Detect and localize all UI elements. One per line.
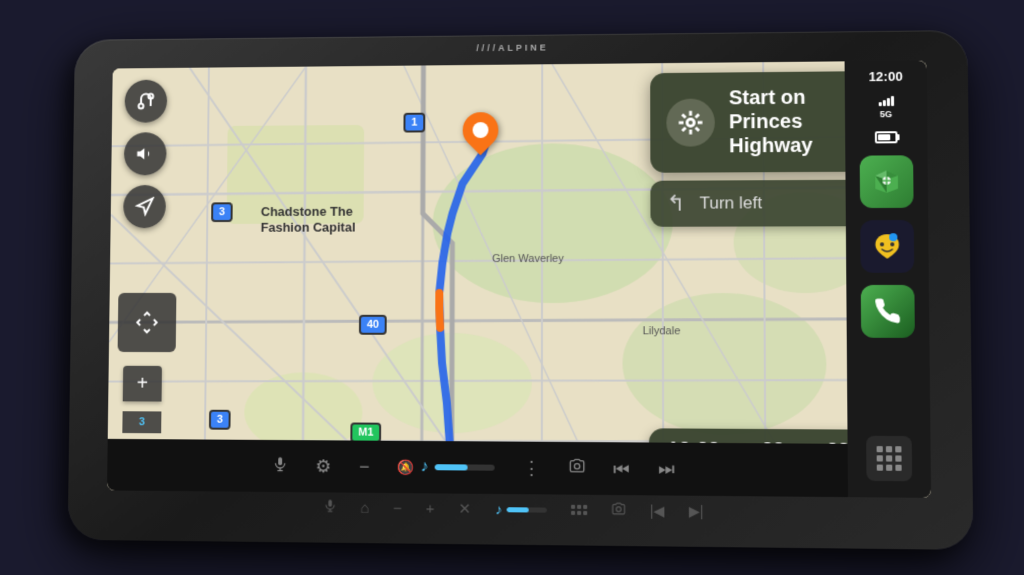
phone-app-icon[interactable] — [861, 284, 915, 337]
destination-marker — [463, 112, 499, 148]
physical-mute-button[interactable]: ✕ — [459, 499, 472, 517]
nav-main-text: Start on Princes Highway — [729, 85, 813, 158]
grid-dot — [895, 464, 901, 470]
volume-button[interactable] — [124, 132, 167, 175]
device-wrapper: ////ALPINE — [32, 18, 992, 558]
battery-fill — [878, 134, 890, 140]
physical-music-icon: ♪ — [495, 501, 502, 517]
battery-tip — [897, 134, 899, 140]
chadstone-label: Chadstone The — [261, 203, 353, 218]
prev-track-button[interactable]: ⏮ — [613, 457, 629, 478]
settings-button[interactable]: ⚙ — [315, 455, 331, 476]
minus-button[interactable]: − — [359, 456, 370, 477]
nav-main-icon — [666, 98, 715, 146]
grid-dot — [895, 455, 901, 461]
waze-app-icon[interactable] — [860, 219, 914, 272]
status-time: 12:00 — [869, 68, 903, 83]
grid-dot — [886, 446, 892, 452]
zoom-level: 3 — [122, 411, 161, 433]
road-badge-m1: M1 — [350, 422, 381, 442]
chadstone-label2: Fashion Capital — [261, 219, 356, 234]
glen-waverley-label: Glen Waverley — [492, 252, 564, 264]
physical-progress-bar — [506, 506, 546, 511]
left-panel: + 3 − — [107, 67, 180, 490]
signal-bar-1 — [878, 102, 881, 106]
music-progress-fill — [434, 464, 467, 470]
physical-plus-button[interactable]: + — [426, 499, 435, 516]
nav-turn-instruction: Turn left — [699, 193, 762, 213]
maps-app-icon[interactable] — [860, 155, 914, 208]
signal-bars — [878, 96, 893, 106]
grid-dot — [877, 446, 883, 452]
physical-minus-button[interactable]: − — [393, 499, 402, 516]
music-player: 🔕 ♪ — [397, 457, 494, 476]
network-type: 5G — [880, 109, 892, 119]
nav-instruction-line3: Highway — [729, 133, 813, 158]
nav-instruction-line1: Start on — [729, 85, 813, 110]
bottom-controls: ⚙ − 🔕 ♪ ⋮ ⏮ ⏭ — [107, 438, 848, 496]
physical-next-button[interactable]: ▶| — [689, 502, 704, 519]
signal-bar-3 — [886, 98, 889, 106]
road-badge-40: 40 — [359, 314, 387, 334]
mic-button[interactable] — [272, 455, 288, 476]
grid-dot — [877, 464, 883, 470]
physical-cam-button[interactable] — [611, 501, 625, 518]
physical-progress-fill — [506, 506, 528, 511]
physical-grid-button[interactable] — [571, 504, 587, 514]
music-progress-bar[interactable] — [434, 464, 494, 471]
right-status-bar: 12:00 5G — [845, 60, 931, 497]
grid-dot — [877, 455, 883, 461]
pan-button[interactable] — [118, 292, 177, 351]
signal-bar-2 — [882, 100, 885, 106]
road-badge-3a: 3 — [211, 202, 233, 222]
device-frame: ////ALPINE — [68, 30, 974, 550]
next-track-button[interactable]: ⏭ — [658, 458, 675, 479]
grid-dot — [886, 455, 892, 461]
signal-bar-4 — [890, 96, 893, 106]
grid-menu-button[interactable]: ⋮ — [523, 457, 541, 478]
physical-mic-button[interactable] — [323, 498, 337, 516]
brand-label: ////ALPINE — [476, 42, 548, 53]
screen: Chadstone The Fashion Capital Glen Waver… — [107, 60, 931, 497]
mute-icon[interactable]: 🔕 — [397, 458, 414, 475]
music-note-icon: ♪ — [420, 458, 428, 476]
camera-button[interactable] — [569, 457, 585, 478]
grid-dot — [895, 446, 901, 452]
navigate-button[interactable] — [123, 184, 166, 227]
physical-home-button[interactable]: ⌂ — [360, 499, 369, 516]
lilydale-label: Lilydale — [643, 325, 681, 337]
grid-dot — [886, 464, 892, 470]
physical-music-control: ♪ — [495, 501, 546, 518]
network-status: 5G — [878, 96, 894, 119]
nav-instruction-line2: Princes — [729, 109, 813, 134]
battery-icon — [875, 131, 898, 143]
route-options-button[interactable] — [124, 79, 167, 122]
app-grid-button[interactable] — [866, 435, 912, 480]
zoom-in-button[interactable]: + — [123, 365, 162, 401]
physical-prev-button[interactable]: |◀ — [650, 501, 665, 518]
road-badge-3b: 3 — [209, 409, 231, 429]
road-badge-1: 1 — [403, 112, 425, 132]
turn-left-icon: ↰ — [667, 190, 686, 216]
